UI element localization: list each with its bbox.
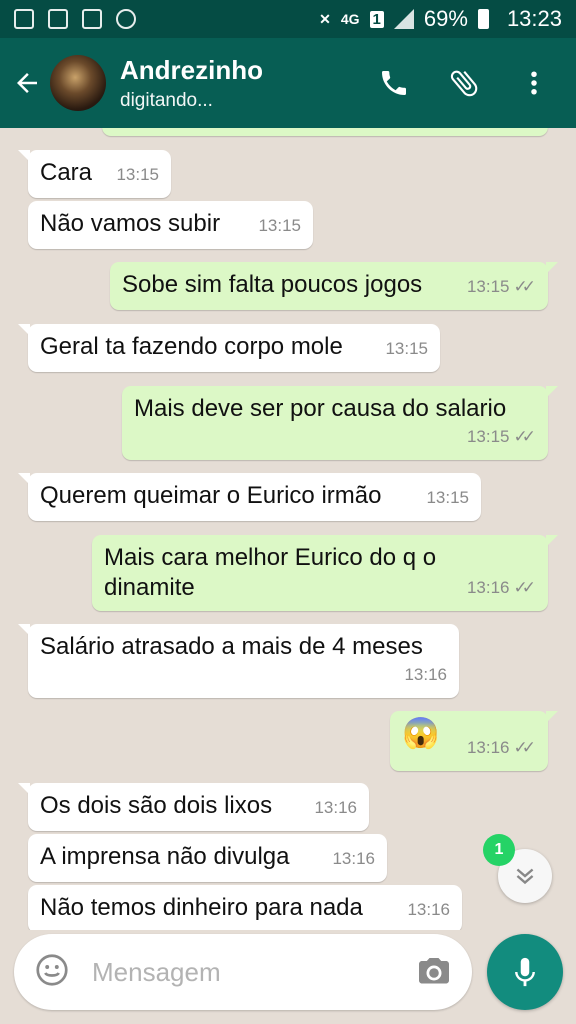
message-meta: 13:15 ✓✓ — [467, 272, 536, 302]
sim-slot: 1 — [369, 10, 384, 28]
contact-info[interactable]: Andrezinho digitando... — [120, 55, 263, 112]
message-time: 13:15 — [385, 339, 428, 358]
contact-name: Andrezinho — [120, 54, 263, 85]
message-meta: 13:16 ✓✓ — [467, 573, 536, 603]
message-bubble[interactable]: Geral ta fazendo corpo mole 13:15 — [18, 324, 440, 372]
download-icon — [48, 9, 68, 29]
message-text: Mais deve ser por causa do salario — [134, 395, 507, 422]
mute-icon: ✕ — [319, 10, 331, 27]
message-time: 13:16 — [466, 738, 510, 757]
attach-button[interactable] — [444, 63, 484, 103]
emoji-button[interactable] — [34, 952, 70, 993]
message-bubble[interactable]: Sobe sim falta poucos jogos 13:15 ✓✓ — [110, 262, 558, 310]
voicemail-icon — [82, 9, 102, 29]
status-notifications — [14, 9, 136, 29]
message-text: Querem queimar o Eurico irmão — [40, 482, 382, 509]
message-text: Geral ta fazendo corpo mole — [40, 333, 343, 360]
message-time: 13:15 — [426, 488, 469, 507]
message-time: 13:16 — [466, 578, 510, 597]
status-bar: ✕ 4G 1 69% 13:23 — [0, 0, 576, 38]
message-time: 13:15 — [258, 216, 301, 235]
arrow-left-icon — [17, 73, 37, 93]
message-time: 13:15 — [116, 165, 159, 184]
back-button[interactable] — [2, 38, 52, 128]
message-input[interactable]: Mensagem — [92, 957, 416, 988]
gallery-icon — [14, 9, 34, 29]
message-time: 13:16 — [404, 665, 447, 684]
message-time: 13:16 — [407, 900, 450, 919]
message-time: 13:16 — [314, 798, 357, 817]
phone-icon — [382, 71, 406, 95]
clock: 13:23 — [506, 6, 562, 31]
unread-badge: 1 — [483, 834, 515, 866]
typing-status: digitando... — [120, 89, 213, 111]
more-vert-icon — [531, 71, 537, 95]
message-time: 13:16 — [332, 849, 375, 868]
message-bubble[interactable]: Salário atrasado a mais de 4 meses 13:16 — [18, 624, 459, 698]
message-text: Não vamos subir — [40, 210, 221, 237]
read-ticks-icon: ✓✓ — [513, 578, 536, 597]
chat-header: Andrezinho digitando... — [0, 38, 576, 128]
menu-button[interactable] — [514, 63, 554, 103]
network-type: 4G — [340, 11, 360, 27]
message-text: Salário atrasado a mais de 4 meses — [40, 633, 423, 660]
message-text: Mais cara melhor Eurico do q o dinamite — [104, 544, 437, 601]
message-text: 😱 — [402, 717, 440, 750]
battery-icon — [477, 9, 489, 29]
message-meta: 13:16 ✓✓ — [467, 733, 536, 763]
message-text: Sobe sim falta poucos jogos — [122, 271, 423, 298]
sync-icon — [116, 9, 136, 29]
camera-button[interactable] — [416, 952, 452, 993]
paperclip-icon — [450, 70, 478, 97]
message-time: 13:15 — [466, 427, 510, 446]
message-bubble[interactable]: Mais deve ser por causa do salario 13:15… — [122, 386, 558, 460]
message-bubble[interactable]: Os dois são dois lixos 13:16 — [18, 783, 369, 831]
message-text: Os dois são dois lixos — [40, 792, 273, 819]
message-text: Não temos dinheiro para nada — [40, 894, 363, 921]
message-composer: Mensagem — [14, 934, 472, 1010]
message-time: 13:15 — [466, 277, 510, 296]
call-button[interactable] — [374, 63, 414, 103]
chevron-double-down-icon — [516, 868, 534, 885]
avatar[interactable] — [50, 55, 106, 111]
message-list[interactable]: Cara 13:15 Não vamos subir 13:15 Sobe si… — [0, 128, 576, 930]
message-bubble[interactable]: 😱 13:16 ✓✓ — [390, 711, 558, 771]
read-ticks-icon: ✓✓ — [513, 427, 536, 446]
message-bubble — [102, 128, 548, 136]
message-bubble[interactable]: A imprensa não divulga 13:16 — [28, 834, 387, 882]
status-system: ✕ 4G 1 69% 13:23 — [319, 6, 562, 32]
read-ticks-icon: ✓✓ — [513, 277, 536, 296]
camera-icon — [419, 957, 449, 983]
emoji-icon — [36, 953, 68, 986]
message-bubble[interactable]: Mais cara melhor Eurico do q o dinamite … — [92, 535, 558, 611]
message-text: A imprensa não divulga — [40, 843, 290, 870]
signal-icon — [393, 9, 414, 29]
battery-percent: 69% — [423, 6, 468, 31]
message-bubble[interactable]: Não vamos subir 13:15 — [28, 201, 313, 249]
read-ticks-icon: ✓✓ — [513, 738, 536, 757]
header-actions — [374, 63, 554, 103]
mic-icon — [515, 957, 535, 987]
message-bubble[interactable]: Não temos dinheiro para nada 13:16 — [28, 885, 462, 930]
message-meta: 13:15 ✓✓ — [467, 422, 536, 452]
message-text: Cara — [40, 159, 93, 186]
voice-message-button[interactable] — [487, 934, 563, 1010]
message-bubble[interactable]: Cara 13:15 — [18, 150, 171, 198]
message-bubble[interactable]: Querem queimar o Eurico irmão 13:15 — [18, 473, 481, 521]
